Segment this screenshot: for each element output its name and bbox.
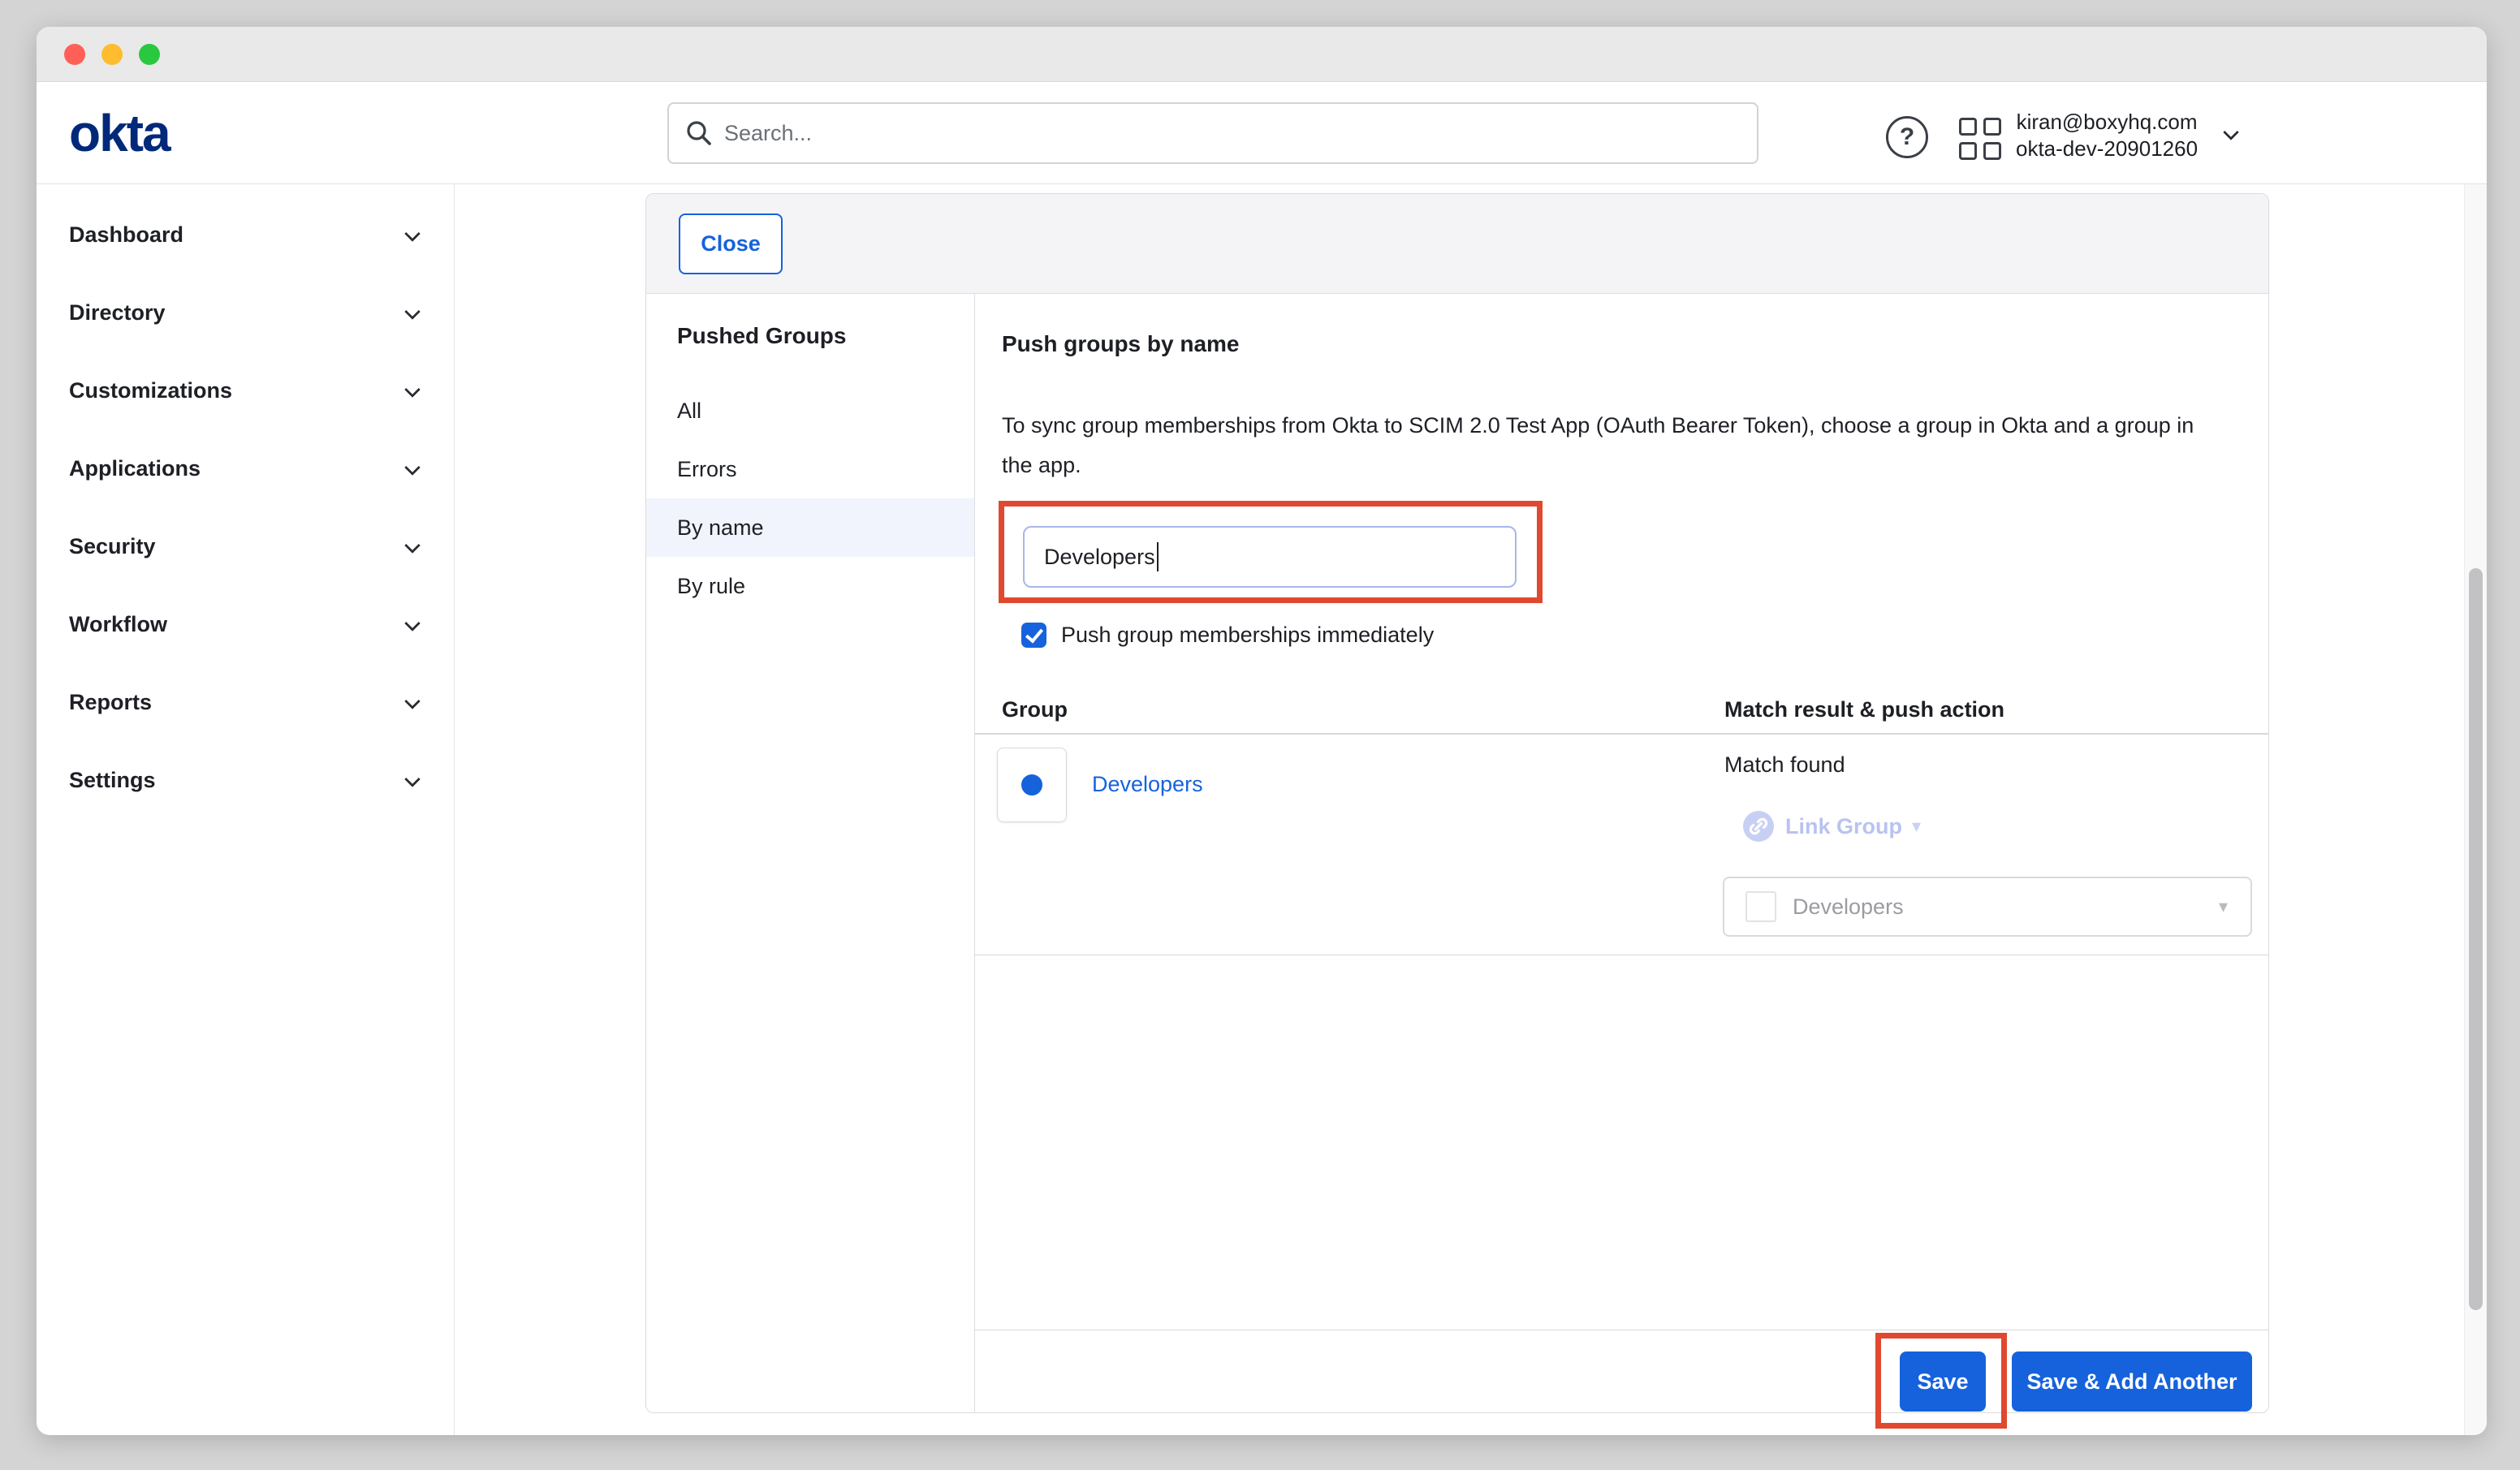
search-input[interactable]	[724, 121, 1757, 146]
sidebar-item-security[interactable]: Security	[37, 507, 454, 585]
push-immediately-row: Push group memberships immediately	[1021, 623, 1434, 648]
close-button[interactable]: Close	[679, 213, 783, 274]
chevron-down-icon	[404, 459, 421, 476]
chevron-down-icon	[404, 693, 421, 709]
group-icon-card	[997, 748, 1067, 822]
sidebar-item-label: Dashboard	[69, 222, 183, 247]
window-minimize-icon[interactable]	[101, 44, 123, 65]
subnav-item-all[interactable]: All	[646, 382, 974, 440]
caret-down-icon: ▾	[1912, 816, 1921, 837]
target-group-value: Developers	[1793, 895, 2219, 920]
grid-square	[1983, 142, 2001, 160]
group-name-input-value: Developers	[1044, 545, 1155, 570]
sidebar-item-directory[interactable]: Directory	[37, 274, 454, 351]
panel-footer: Save Save & Add Another	[975, 1330, 2268, 1413]
chevron-down-icon	[404, 226, 421, 242]
annotation-box-save	[1875, 1333, 2007, 1429]
sidebar-item-dashboard[interactable]: Dashboard	[37, 196, 454, 274]
window-maximize-icon[interactable]	[139, 44, 160, 65]
push-immediately-checkbox[interactable]	[1021, 623, 1046, 648]
main-area: Dashboard Directory Customizations Appli…	[37, 184, 2487, 1435]
sidebar: Dashboard Directory Customizations Appli…	[37, 184, 455, 1435]
subnav-title: Pushed Groups	[646, 323, 974, 349]
panel-body: Pushed Groups All Errors By name By rule…	[646, 294, 2268, 1413]
scrollbar-thumb[interactable]	[2469, 568, 2483, 1310]
link-group-dropdown[interactable]: Link Group ▾	[1743, 811, 1921, 842]
account-org: okta-dev-20901260	[2016, 136, 2198, 162]
account-menu[interactable]: kiran@boxyhq.com okta-dev-20901260	[2016, 109, 2237, 162]
column-header-group: Group	[1002, 697, 1068, 722]
account-email: kiran@boxyhq.com	[2016, 109, 2198, 136]
sidebar-item-workflow[interactable]: Workflow	[37, 585, 454, 663]
sidebar-item-label: Security	[69, 534, 156, 558]
okta-logo: okta	[69, 103, 170, 163]
window-titlebar	[37, 27, 2487, 82]
caret-down-icon: ▾	[2219, 896, 2228, 917]
sidebar-item-reports[interactable]: Reports	[37, 663, 454, 741]
subnav-item-errors[interactable]: Errors	[646, 440, 974, 498]
chevron-down-icon	[404, 304, 421, 320]
okta-group-icon	[1021, 774, 1042, 795]
search-icon	[685, 119, 713, 147]
sidebar-item-label: Settings	[69, 768, 156, 792]
chevron-down-icon	[404, 771, 421, 787]
account-info: kiran@boxyhq.com okta-dev-20901260	[2016, 109, 2198, 162]
subnav-item-by-rule[interactable]: By rule	[646, 557, 974, 615]
panel-header: Close	[646, 194, 2268, 294]
scrollbar[interactable]	[2464, 184, 2487, 1435]
grid-square	[1959, 118, 1977, 136]
content-area: Close Pushed Groups All Errors By name B…	[455, 184, 2487, 1435]
group-name-link[interactable]: Developers	[1092, 772, 1203, 797]
text-cursor	[1157, 542, 1159, 571]
sidebar-item-label: Reports	[69, 690, 152, 714]
group-placeholder-icon	[1745, 891, 1776, 922]
sidebar-item-label: Directory	[69, 300, 166, 325]
annotation-box-group-input: Developers	[999, 501, 1543, 603]
push-by-name-section: Push groups by name To sync group member…	[975, 294, 2268, 1413]
group-name-input[interactable]: Developers	[1023, 526, 1517, 588]
grid-square	[1983, 118, 2001, 136]
apps-grid-icon[interactable]	[1959, 118, 2001, 160]
sidebar-item-settings[interactable]: Settings	[37, 741, 454, 819]
chevron-down-icon	[2223, 124, 2239, 140]
chevron-down-icon	[404, 537, 421, 554]
grid-square	[1959, 142, 1977, 160]
browser-window: okta ? kiran@boxyhq.com okta-dev-2090126…	[37, 27, 2487, 1435]
sidebar-item-label: Workflow	[69, 612, 167, 636]
pushed-groups-panel: Close Pushed Groups All Errors By name B…	[645, 193, 2269, 1413]
link-group-label: Link Group	[1785, 814, 1902, 839]
desktop-background: okta ? kiran@boxyhq.com okta-dev-2090126…	[0, 0, 2520, 1470]
chevron-down-icon	[404, 382, 421, 398]
app-header: okta ? kiran@boxyhq.com okta-dev-2090126…	[37, 82, 2487, 184]
sidebar-item-applications[interactable]: Applications	[37, 429, 454, 507]
push-immediately-label: Push group memberships immediately	[1061, 623, 1434, 648]
sidebar-item-label: Customizations	[69, 378, 232, 403]
section-title: Push groups by name	[1002, 331, 1240, 357]
save-add-another-button[interactable]: Save & Add Another	[2012, 1351, 2252, 1412]
table-row: Developers Match found	[975, 735, 2268, 955]
sidebar-item-label: Applications	[69, 456, 201, 481]
link-icon	[1743, 811, 1774, 842]
match-status: Match found	[1724, 752, 1845, 778]
pushed-groups-subnav: Pushed Groups All Errors By name By rule	[646, 294, 975, 1413]
section-description: To sync group memberships from Okta to S…	[1002, 406, 2203, 485]
column-header-match: Match result & push action	[1724, 697, 2004, 722]
table-header: Group Match result & push action	[975, 696, 2268, 735]
search-box[interactable]	[667, 102, 1758, 164]
subnav-item-by-name[interactable]: By name	[646, 498, 974, 557]
window-close-icon[interactable]	[64, 44, 85, 65]
target-group-select[interactable]: Developers ▾	[1723, 877, 2252, 937]
sidebar-item-customizations[interactable]: Customizations	[37, 351, 454, 429]
help-glyph: ?	[1900, 123, 1914, 151]
chevron-down-icon	[404, 615, 421, 632]
help-icon[interactable]: ?	[1886, 116, 1928, 158]
